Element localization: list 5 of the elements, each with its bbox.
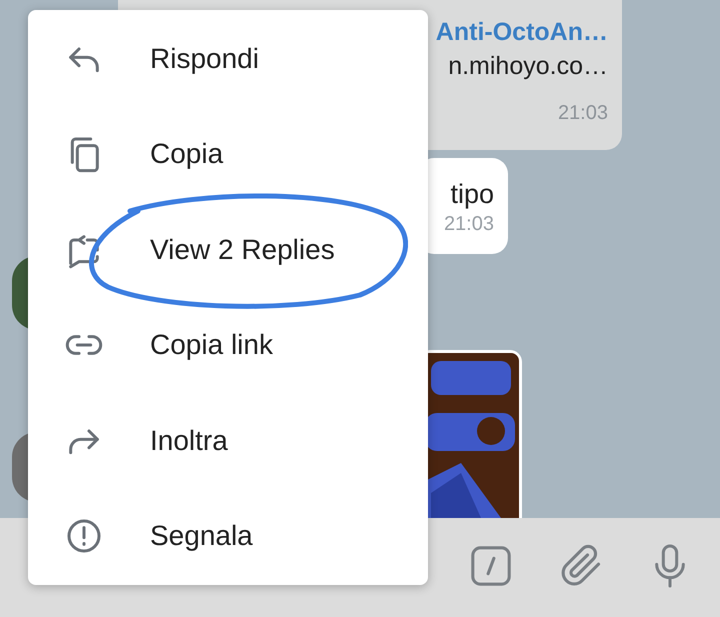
message-text: tipo bbox=[450, 178, 494, 210]
link-title: Anti-OctoAn… bbox=[436, 17, 608, 48]
message-time: 21:03 bbox=[558, 101, 608, 126]
message-time: 21:03 bbox=[444, 212, 494, 237]
link-description: n.mihoyo.co… bbox=[448, 51, 608, 82]
